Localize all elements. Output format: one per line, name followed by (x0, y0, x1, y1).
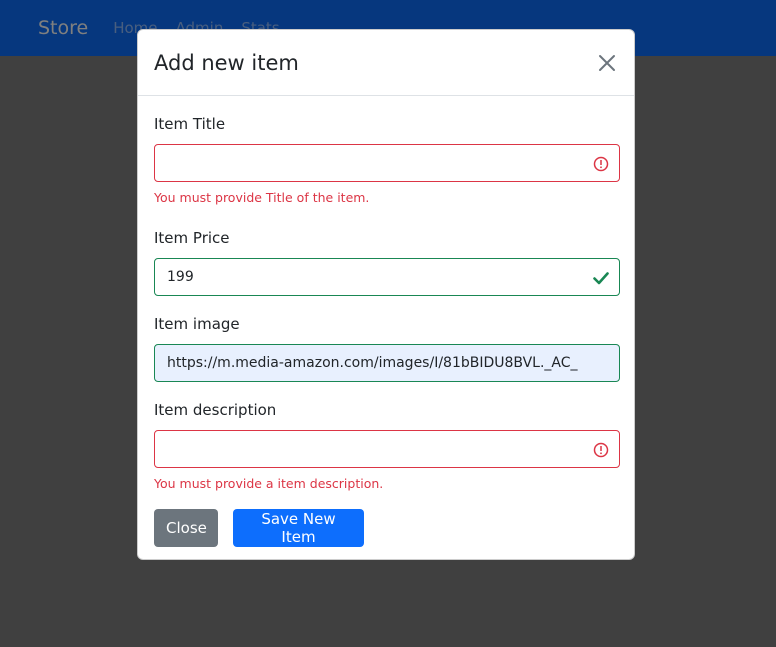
modal-header: Add new item (138, 30, 634, 96)
image-field (154, 344, 620, 382)
image-label: Item image (154, 315, 240, 333)
close-icon (599, 54, 615, 71)
description-group: Item description You must provide a item… (154, 400, 620, 492)
price-label: Item Price (154, 229, 230, 247)
title-input[interactable] (155, 145, 619, 181)
title-error: You must provide Title of the item. (154, 190, 370, 205)
close-button[interactable]: Close (154, 509, 218, 547)
exclamation-circle-icon (593, 156, 609, 172)
modal-title: Add new item (154, 50, 299, 75)
modal-body: Item Title You must provide Title of the… (138, 96, 634, 547)
add-item-modal: Add new item Item Title You must provide… (137, 29, 635, 560)
price-input[interactable] (155, 259, 619, 295)
image-url-input[interactable] (155, 345, 619, 381)
description-label: Item description (154, 401, 277, 419)
close-icon-button[interactable] (595, 51, 619, 75)
title-group: Item Title You must provide Title of the… (154, 114, 620, 206)
check-icon (593, 272, 609, 285)
price-field (154, 258, 620, 296)
title-field (154, 144, 620, 182)
title-label: Item Title (154, 115, 226, 133)
description-field (154, 430, 620, 468)
image-group: Item image (154, 314, 620, 382)
modal-actions: Close Save New Item (154, 509, 618, 547)
save-new-item-button[interactable]: Save New Item (233, 509, 364, 547)
exclamation-circle-icon (593, 442, 609, 458)
price-group: Item Price (154, 228, 620, 296)
description-error: You must provide a item description. (154, 476, 384, 491)
description-input[interactable] (155, 431, 619, 467)
